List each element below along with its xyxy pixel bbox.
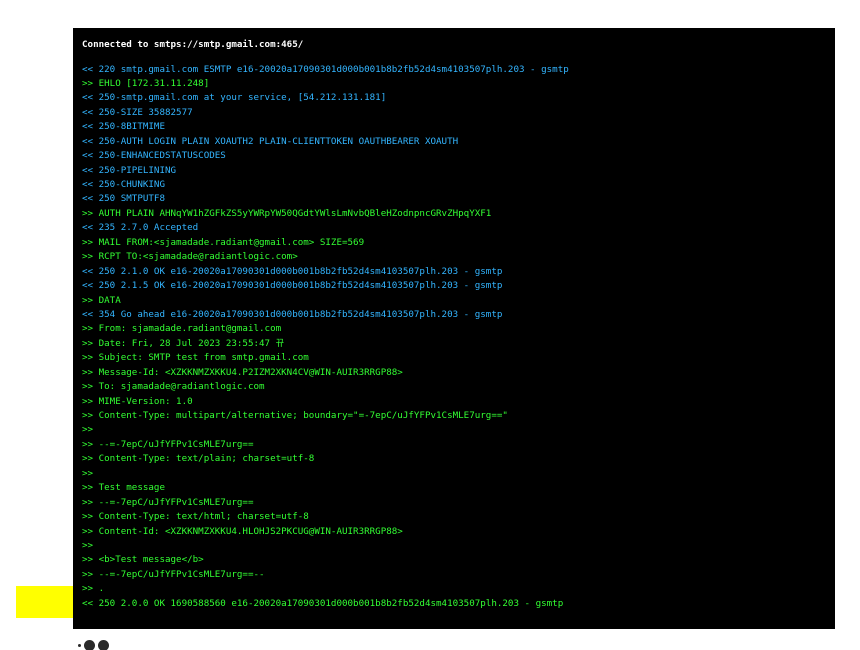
dot-large-icon xyxy=(98,639,109,650)
server-response-line: << 250 2.1.5 OK e16-20020a17090301d000b0… xyxy=(82,280,503,292)
client-command-line: >> Content-Type: text/html; charset=utf-… xyxy=(82,511,309,523)
terminal-lines: << 220 smtp.gmail.com ESMTP e16-20020a17… xyxy=(82,63,835,612)
server-response-line: << 250-smtp.gmail.com at your service, [… xyxy=(82,92,387,104)
client-command-line: >> Content-Type: text/plain; charset=utf… xyxy=(82,453,315,465)
client-command-line: >> DATA xyxy=(82,294,121,306)
client-command-line: >> xyxy=(82,424,94,436)
server-response-line: << 250 SMTPUTF8 xyxy=(82,193,165,205)
client-command-line: >> To: sjamadade@radiantlogic.com xyxy=(82,381,265,393)
server-response-line: << 250-PIPELINING xyxy=(82,164,177,176)
client-command-line: >> --=-7epC/uJfYFPv1CsMLE7urg== xyxy=(82,438,254,450)
client-command-line: << 250 2.0.0 OK 1690588560 e16-20020a170… xyxy=(82,597,564,609)
client-command-line: >> EHLO [172.31.11.248] xyxy=(82,77,210,89)
server-response-line: << 354 Go ahead e16-20020a17090301d000b0… xyxy=(82,308,503,320)
server-response-line: << 235 2.7.0 Accepted xyxy=(82,222,199,234)
client-command-line: >> RCPT TO:<sjamadade@radiantlogic.com> xyxy=(82,251,298,263)
dots-indicator-icon xyxy=(78,638,109,650)
client-command-line: >> MAIL FROM:<sjamadade.radiant@gmail.co… xyxy=(82,236,365,248)
client-command-line: >> From: sjamadade.radiant@gmail.com xyxy=(82,323,282,335)
dot-small-icon xyxy=(78,643,81,647)
client-command-line: >> --=-7epC/uJfYFPv1CsMLE7urg==-- xyxy=(82,568,265,580)
server-response-line: << 250-AUTH LOGIN PLAIN XOAUTH2 PLAIN-CL… xyxy=(82,135,459,147)
dot-large-icon xyxy=(84,639,95,650)
client-command-line: >> Content-Id: <XZKKNMZXKKU4.HLOHJS2PKCU… xyxy=(82,525,403,537)
client-command-line: >> Test message xyxy=(82,482,165,494)
yellow-highlight-marker xyxy=(16,586,73,618)
server-response-line: << 250-SIZE 35882577 xyxy=(82,106,193,118)
client-command-line: >> AUTH PLAIN AHNqYW1hZGFkZS5yYWRpYW50QG… xyxy=(82,207,492,219)
server-response-line: << 250-CHUNKING xyxy=(82,179,165,190)
client-command-line: >> --=-7epC/uJfYFPv1CsMLE7urg== xyxy=(82,496,254,508)
client-command-line: >> Date: Fri, 28 Jul 2023 23:55:47 뀨 xyxy=(82,337,285,349)
client-command-line: >> xyxy=(82,539,94,551)
client-command-line: >> . xyxy=(82,583,105,595)
client-command-line: >> Content-Type: multipart/alternative; … xyxy=(82,410,508,421)
client-command-line: >> xyxy=(82,467,94,479)
server-response-line: << 250-ENHANCEDSTATUSCODES xyxy=(82,150,226,162)
smtp-terminal-log: Connected to smtps://smtp.gmail.com:465/… xyxy=(73,28,835,629)
client-command-line: >> <b>Test message</b> xyxy=(82,554,204,566)
terminal-connection-header: Connected to smtps://smtp.gmail.com:465/ xyxy=(82,39,304,50)
server-response-line: << 250-8BITMIME xyxy=(82,121,165,133)
server-response-line: << 220 smtp.gmail.com ESMTP e16-20020a17… xyxy=(82,63,569,75)
client-command-line: >> Message-Id: <XZKKNMZXKKU4.P2IZM2XKN4C… xyxy=(82,366,403,378)
page: Connected to smtps://smtp.gmail.com:465/… xyxy=(0,0,860,650)
server-response-line: << 250 2.1.0 OK e16-20020a17090301d000b0… xyxy=(82,265,503,277)
client-command-line: >> MIME-Version: 1.0 xyxy=(82,395,193,407)
client-command-line: >> Subject: SMTP test from smtp.gmail.co… xyxy=(82,352,309,364)
